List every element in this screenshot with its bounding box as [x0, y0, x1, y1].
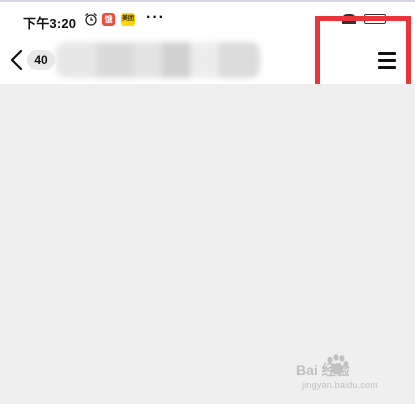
- baidu-jingyan-watermark: Bai 经验 jingyan.baidu.com: [296, 352, 408, 396]
- status-system-icons: [342, 14, 390, 24]
- watermark-brand-text: Bai 经验: [296, 362, 350, 378]
- status-bar: 下午3:20 饿 美团 ···: [0, 2, 415, 36]
- back-arrow-icon[interactable]: [8, 48, 28, 72]
- wifi-icon: [342, 14, 356, 24]
- battery-icon: [364, 14, 386, 24]
- chat-title-blurred: [56, 42, 260, 78]
- food-app-notification-icon: 饿: [102, 13, 115, 26]
- unread-count-badge[interactable]: 40: [27, 50, 55, 70]
- status-time: 下午3:20: [23, 16, 77, 31]
- watermark-url: jingyan.baidu.com: [302, 380, 378, 390]
- alarm-clock-icon: [85, 12, 97, 26]
- meituan-notification-icon: 美团: [121, 13, 135, 26]
- chat-header: 40: [0, 36, 415, 84]
- menu-hamburger-icon[interactable]: [376, 49, 398, 71]
- more-notifications-icon: ···: [146, 9, 165, 26]
